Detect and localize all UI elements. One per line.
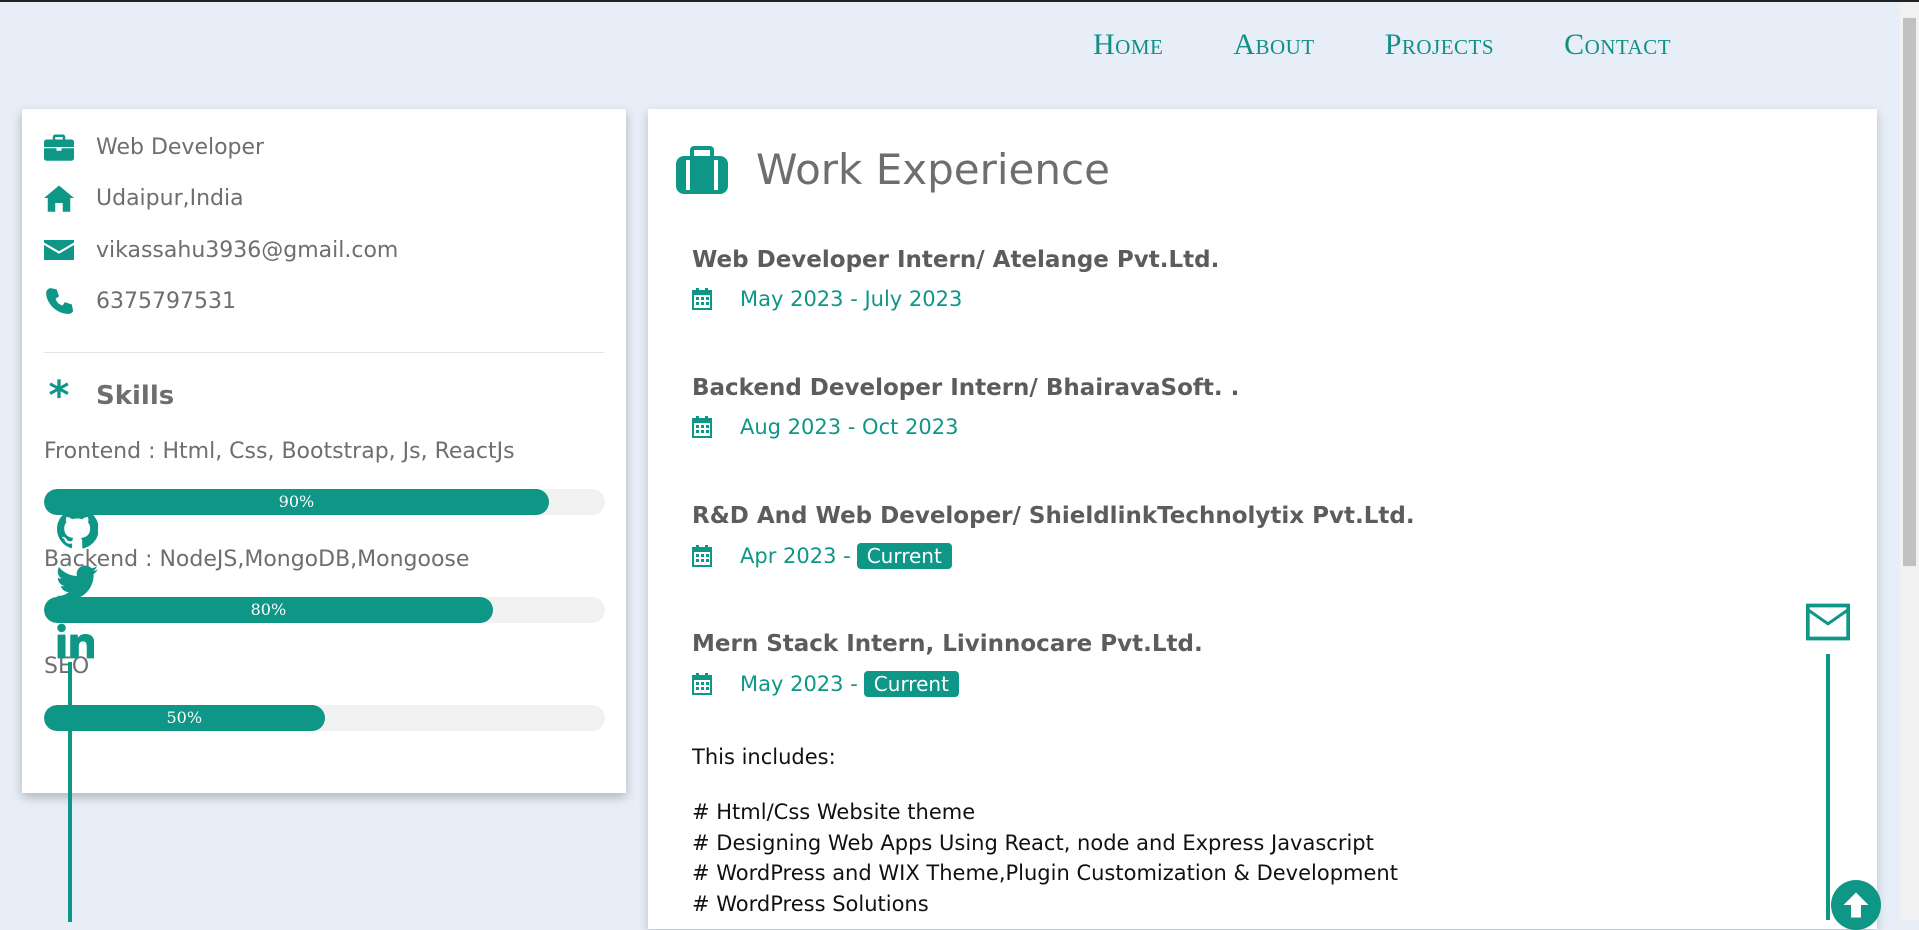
suitcase-icon <box>676 145 728 194</box>
scrollbar-thumb[interactable] <box>1903 18 1916 566</box>
briefcase-icon <box>44 134 74 161</box>
skill-progress-bar: 90% <box>44 489 605 515</box>
info-location: Udaipur,India <box>44 184 244 212</box>
current-badge: Current <box>863 671 959 697</box>
work-title-text: Work Experience <box>756 145 1110 194</box>
includes-label: This includes: <box>692 745 836 769</box>
job-dates: Aug 2023 - Oct 2023 <box>740 415 959 439</box>
current-badge: Current <box>856 543 952 569</box>
page-scrollbar[interactable] <box>1900 2 1919 920</box>
email-text: vikassahu3936@gmail.com <box>96 237 399 263</box>
info-email: vikassahu3936@gmail.com <box>44 236 398 264</box>
job-entry: R&D And Web Developer/ ShieldlinkTechnol… <box>692 503 1415 569</box>
skill-progress-fill: 50% <box>44 705 325 731</box>
list-item: # WordPress and WIX Theme,Plugin Customi… <box>692 861 1398 885</box>
home-icon <box>44 185 74 212</box>
skills-heading: * Skills <box>44 373 175 419</box>
nav-home[interactable]: Home <box>1093 28 1163 62</box>
scroll-to-top-button[interactable] <box>1831 880 1881 930</box>
job-dates-row: May 2023 - Current <box>692 671 1203 697</box>
job-dates-row: May 2023 - July 2023 <box>692 287 1219 311</box>
calendar-icon <box>692 416 712 438</box>
list-item: # Html/Css Website theme <box>692 800 976 824</box>
job-title: Mern Stack Intern, Livinnocare Pvt.Ltd. <box>692 631 1203 657</box>
work-experience-heading: Work Experience <box>676 145 1110 194</box>
skill-label: Backend : NodeJS,MongoDB,Mongoose <box>44 547 470 572</box>
main-nav: Home About Projects Contact <box>1093 28 1741 62</box>
github-icon[interactable] <box>56 508 98 550</box>
job-entry: Web Developer Intern/ Atelange Pvt.Ltd. … <box>692 247 1219 311</box>
skill-label: Frontend : Html, Css, Bootstrap, Js, Rea… <box>44 439 515 464</box>
job-dates-row: Aug 2023 - Oct 2023 <box>692 415 1239 439</box>
includes-list: # Html/Css Website theme # Designing Web… <box>692 797 1398 919</box>
phone-text: 6375797531 <box>96 288 236 314</box>
job-title: R&D And Web Developer/ ShieldlinkTechnol… <box>692 503 1415 529</box>
job-entry: Mern Stack Intern, Livinnocare Pvt.Ltd. … <box>692 631 1203 697</box>
role-text: Web Developer <box>96 134 265 160</box>
work-card: Work Experience Web Developer Intern/ At… <box>648 109 1877 929</box>
nav-contact[interactable]: Contact <box>1564 28 1671 62</box>
twitter-icon[interactable] <box>56 564 98 602</box>
info-role: Web Developer <box>44 133 264 161</box>
skills-title-text: Skills <box>96 381 175 411</box>
skill-progress-bar: 80% <box>44 597 605 623</box>
job-dates: May 2023 - <box>740 672 858 696</box>
asterisk-icon: * <box>48 373 70 419</box>
skill-progress-fill: 80% <box>44 597 493 623</box>
job-dates: May 2023 - July 2023 <box>740 287 963 311</box>
nav-projects[interactable]: Projects <box>1385 28 1494 62</box>
arrow-up-icon <box>1843 892 1869 918</box>
job-title: Web Developer Intern/ Atelange Pvt.Ltd. <box>692 247 1220 273</box>
calendar-icon <box>692 673 712 695</box>
profile-card: Web Developer Udaipur,India vikassahu393… <box>22 109 626 793</box>
job-dates-row: Apr 2023 - Current <box>692 543 1415 569</box>
location-text: Udaipur,India <box>96 185 244 211</box>
list-item: # Designing Web Apps Using React, node a… <box>692 830 1374 855</box>
envelope-icon <box>44 240 74 260</box>
info-phone: 6375797531 <box>44 287 236 315</box>
list-item: # WordPress Solutions <box>692 891 929 916</box>
mail-icon[interactable] <box>1806 602 1850 642</box>
job-entry: Backend Developer Intern/ BhairavaSoft. … <box>692 375 1239 439</box>
calendar-icon <box>692 545 712 567</box>
job-title: Backend Developer Intern/ BhairavaSoft. … <box>692 375 1240 401</box>
phone-icon <box>46 288 73 314</box>
nav-about[interactable]: About <box>1233 28 1314 62</box>
mail-connector-line <box>1826 654 1830 920</box>
social-connector-line <box>68 662 72 922</box>
divider <box>44 352 604 353</box>
linkedin-icon[interactable] <box>56 622 94 660</box>
skill-progress-fill: 90% <box>44 489 549 515</box>
job-dates: Apr 2023 - <box>740 544 851 568</box>
skill-progress-bar: 50% <box>44 705 605 731</box>
calendar-icon <box>692 288 712 310</box>
